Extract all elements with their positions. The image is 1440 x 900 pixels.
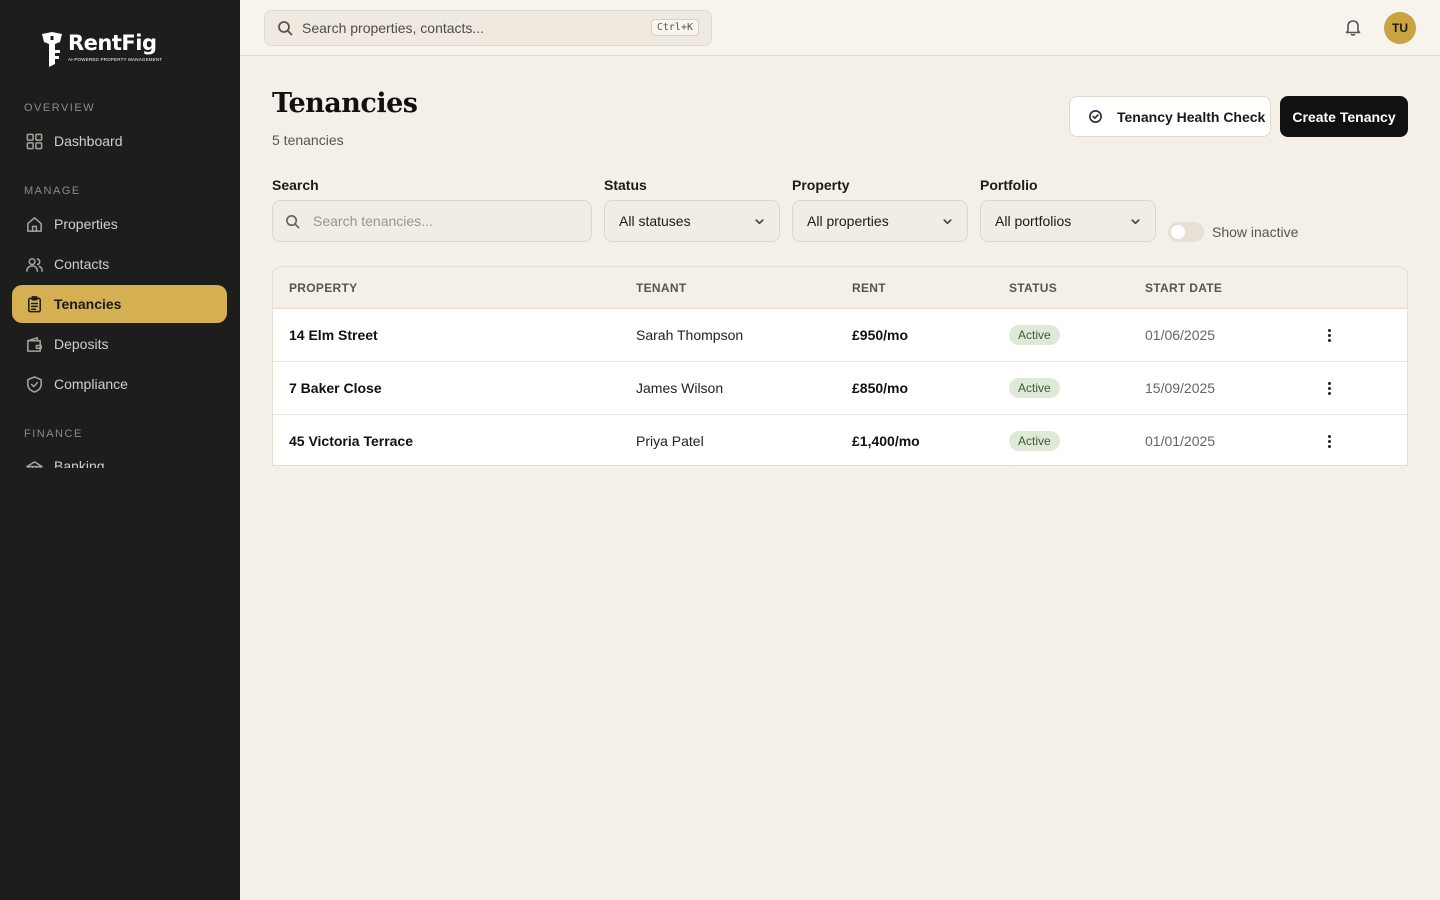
row-actions-icon[interactable]	[1319, 325, 1339, 345]
sidebar-item-label: Contacts	[54, 256, 110, 272]
users-icon	[24, 254, 44, 274]
cell-tenant: James Wilson	[636, 380, 724, 396]
sidebar-item-contacts[interactable]: Contacts	[12, 245, 227, 283]
cell-start-date: 01/01/2025	[1145, 433, 1216, 449]
sidebar-item-deposits[interactable]: Deposits	[12, 325, 227, 363]
cell-tenant: Priya Patel	[636, 433, 704, 449]
nav-section-overview: Overview	[24, 102, 96, 114]
search-icon	[286, 214, 300, 228]
table-header: Property Tenant Rent Status Start Date	[273, 267, 1407, 309]
chevron-down-icon	[1131, 219, 1140, 225]
row-actions-icon[interactable]	[1319, 378, 1339, 398]
sidebar-item-dashboard[interactable]: Dashboard	[12, 122, 227, 160]
status-filter-label: Status	[604, 177, 647, 193]
sidebar-item-compliance[interactable]: Compliance	[12, 365, 227, 403]
cell-start-date: 01/06/2025	[1145, 327, 1216, 343]
tenancy-search-field[interactable]	[272, 200, 592, 242]
chevron-down-icon	[755, 219, 764, 225]
table-row[interactable]: 45 Victoria Terrace Priya Patel £1,400/m…	[273, 415, 1407, 465]
property-select[interactable]: All properties	[792, 200, 968, 242]
sidebar-item-label: Dashboard	[54, 133, 123, 149]
home-icon	[24, 214, 44, 234]
key-logo-icon	[38, 30, 66, 68]
cell-rent: £950/mo	[852, 327, 909, 343]
cell-tenant: Sarah Thompson	[636, 327, 744, 343]
column-header-rent[interactable]: Rent	[852, 281, 886, 295]
sidebar-item-label: Compliance	[54, 376, 128, 392]
cell-property[interactable]: 45 Victoria Terrace	[289, 433, 413, 449]
tenancy-count: 5 tenancies	[272, 132, 344, 148]
brand-tagline: AI-Powered Property Management	[68, 57, 163, 62]
status-select-value: All statuses	[619, 213, 691, 229]
status-badge: Active	[1009, 325, 1060, 345]
table-row[interactable]: 14 Elm Street Sarah Thompson £950/mo Act…	[273, 309, 1407, 362]
health-check-label: Tenancy Health Check	[1117, 108, 1266, 125]
bell-icon	[1345, 20, 1361, 36]
tenancies-table: Property Tenant Rent Status Start Date 1…	[272, 266, 1408, 466]
bank-icon	[24, 458, 44, 468]
brand-name: RentFig	[68, 31, 157, 55]
cell-property[interactable]: 14 Elm Street	[289, 327, 378, 343]
sidebar-scroll-clip: Banking	[12, 452, 227, 468]
toggle-knob	[1171, 225, 1185, 239]
search-icon	[278, 21, 293, 36]
cell-start-date: 15/09/2025	[1145, 380, 1216, 396]
sidebar-item-label: Banking	[54, 458, 105, 468]
sidebar-item-banking[interactable]: Banking	[12, 452, 227, 468]
global-search-input[interactable]	[302, 20, 642, 36]
tenancy-search-input[interactable]	[313, 213, 573, 229]
portfolio-select[interactable]: All portfolios	[980, 200, 1156, 242]
shortcut-hint: Ctrl+K	[650, 19, 699, 36]
sidebar-item-label: Tenancies	[54, 296, 122, 312]
sidebar-item-label: Deposits	[54, 336, 109, 352]
show-inactive-label: Show inactive	[1212, 224, 1299, 240]
sidebar: RentFig AI-Powered Property Management O…	[0, 0, 240, 900]
health-check-button[interactable]: Tenancy Health Check	[1069, 96, 1271, 137]
property-select-value: All properties	[807, 213, 889, 229]
row-actions-icon[interactable]	[1319, 431, 1339, 451]
column-header-start-date[interactable]: Start Date	[1145, 281, 1222, 295]
portfolio-filter-label: Portfolio	[980, 177, 1038, 193]
avatar[interactable]: TU	[1384, 12, 1416, 44]
chevron-down-icon	[943, 219, 952, 225]
top-bar: Ctrl+K TU	[240, 0, 1440, 56]
cell-property[interactable]: 7 Baker Close	[289, 380, 382, 396]
notifications-button[interactable]	[1343, 17, 1365, 39]
wallet-icon	[24, 334, 44, 354]
brand-logo[interactable]: RentFig AI-Powered Property Management	[38, 30, 162, 68]
shield-check-icon	[24, 374, 44, 394]
search-filter-label: Search	[272, 177, 319, 193]
show-inactive-toggle[interactable]	[1168, 222, 1204, 242]
property-filter-label: Property	[792, 177, 850, 193]
sidebar-item-tenancies[interactable]: Tenancies	[12, 285, 227, 323]
cell-rent: £850/mo	[852, 380, 909, 396]
global-search[interactable]: Ctrl+K	[264, 10, 712, 46]
column-header-status[interactable]: Status	[1009, 281, 1057, 295]
sidebar-item-label: Properties	[54, 216, 118, 232]
status-badge: Active	[1009, 378, 1060, 398]
page-title: Tenancies	[272, 88, 418, 119]
clipboard-icon	[24, 294, 44, 314]
status-select[interactable]: All statuses	[604, 200, 780, 242]
grid-icon	[24, 131, 44, 151]
table-row[interactable]: 7 Baker Close James Wilson £850/mo Activ…	[273, 362, 1407, 415]
column-header-property[interactable]: Property	[289, 281, 357, 295]
create-tenancy-button[interactable]: Create Tenancy	[1280, 96, 1408, 137]
status-badge: Active	[1009, 431, 1060, 451]
check-circle-icon	[1089, 110, 1102, 123]
nav-section-manage: Manage	[24, 185, 81, 197]
cell-rent: £1,400/mo	[852, 433, 920, 449]
sidebar-item-properties[interactable]: Properties	[12, 205, 227, 243]
portfolio-select-value: All portfolios	[995, 213, 1072, 229]
nav-section-finance: Finance	[24, 428, 83, 440]
column-header-tenant[interactable]: Tenant	[636, 281, 686, 295]
